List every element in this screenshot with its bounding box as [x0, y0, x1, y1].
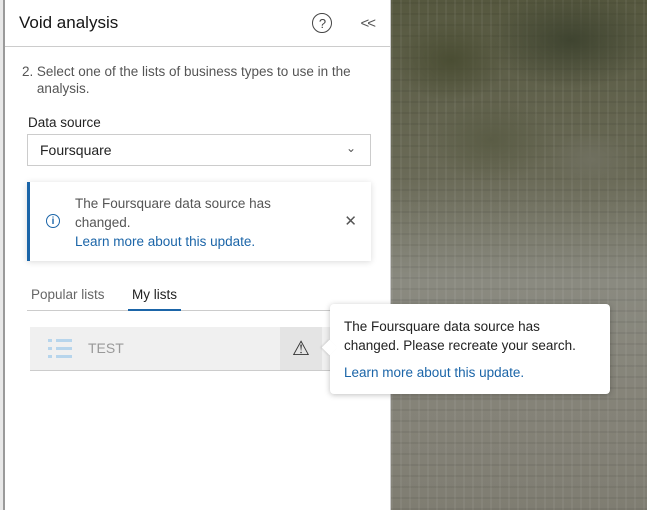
panel-title: Void analysis [19, 13, 119, 32]
info-icon: i [46, 214, 60, 228]
data-source-value: Foursquare [40, 142, 112, 158]
help-icon[interactable]: ? [312, 13, 333, 33]
warning-icon[interactable]: ⚠ [280, 327, 322, 370]
panel-header: Void analysis ? << [5, 0, 390, 47]
list-icon [48, 338, 74, 360]
data-source-notice: i The Foursquare data source has changed… [27, 182, 371, 261]
close-icon[interactable]: ✕ [344, 212, 357, 230]
tab-my-lists[interactable]: My lists [128, 287, 181, 311]
list-item-name: TEST [88, 340, 124, 356]
warning-popover: The Foursquare data source has changed. … [330, 304, 610, 394]
data-source-select[interactable]: Foursquare ⌄ [27, 134, 371, 166]
data-source-label: Data source [28, 115, 101, 130]
step-number: 2. [22, 64, 34, 79]
notice-message: The Foursquare data source has changed. [75, 196, 271, 230]
step-instruction: 2. Select one of the lists of business t… [22, 63, 382, 97]
void-analysis-panel: Void analysis ? << 2. Select one of the … [5, 0, 391, 510]
step-text: Select one of the lists of business type… [36, 64, 351, 96]
popover-message: The Foursquare data source has changed. … [344, 319, 576, 353]
popover-learn-more-link[interactable]: Learn more about this update. [344, 363, 596, 382]
notice-learn-more-link[interactable]: Learn more about this update. [75, 232, 305, 251]
satellite-map[interactable] [391, 0, 647, 510]
chevron-down-icon: ⌄ [345, 141, 356, 155]
list-item[interactable]: TEST ⚠ [30, 327, 330, 371]
tab-popular-lists[interactable]: Popular lists [31, 287, 105, 311]
collapse-icon[interactable]: << [360, 15, 375, 32]
